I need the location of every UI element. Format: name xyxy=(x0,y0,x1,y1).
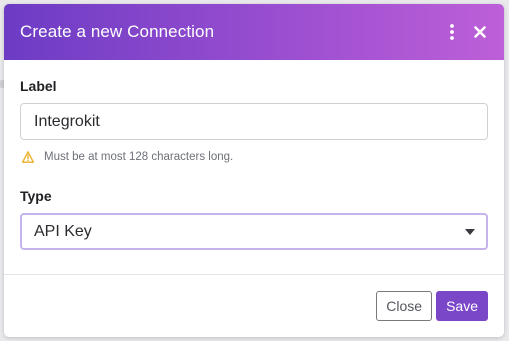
warning-icon xyxy=(22,151,34,163)
type-field: Type API Key xyxy=(20,188,488,250)
label-input[interactable] xyxy=(20,103,488,140)
label-hint: Must be at most 128 characters long. xyxy=(20,150,488,164)
type-field-label: Type xyxy=(20,188,52,204)
dialog-body: Label Must be at most 128 characters lon… xyxy=(4,60,504,274)
type-select-value: API Key xyxy=(34,222,92,240)
more-vertical-icon[interactable] xyxy=(442,22,462,42)
dialog-title: Create a new Connection xyxy=(20,22,215,41)
save-button[interactable]: Save xyxy=(436,291,488,321)
close-icon[interactable] xyxy=(470,22,490,42)
create-connection-dialog: Create a new Connection Label Must be at… xyxy=(4,4,504,337)
close-button[interactable]: Close xyxy=(376,291,433,321)
label-hint-text: Must be at most 128 characters long. xyxy=(44,151,234,163)
dialog-footer: Close Save xyxy=(4,275,504,337)
caret-down-icon xyxy=(465,228,475,235)
dialog-header: Create a new Connection xyxy=(4,4,504,60)
type-select[interactable]: API Key xyxy=(20,213,488,250)
label-field-label: Label xyxy=(20,78,57,94)
